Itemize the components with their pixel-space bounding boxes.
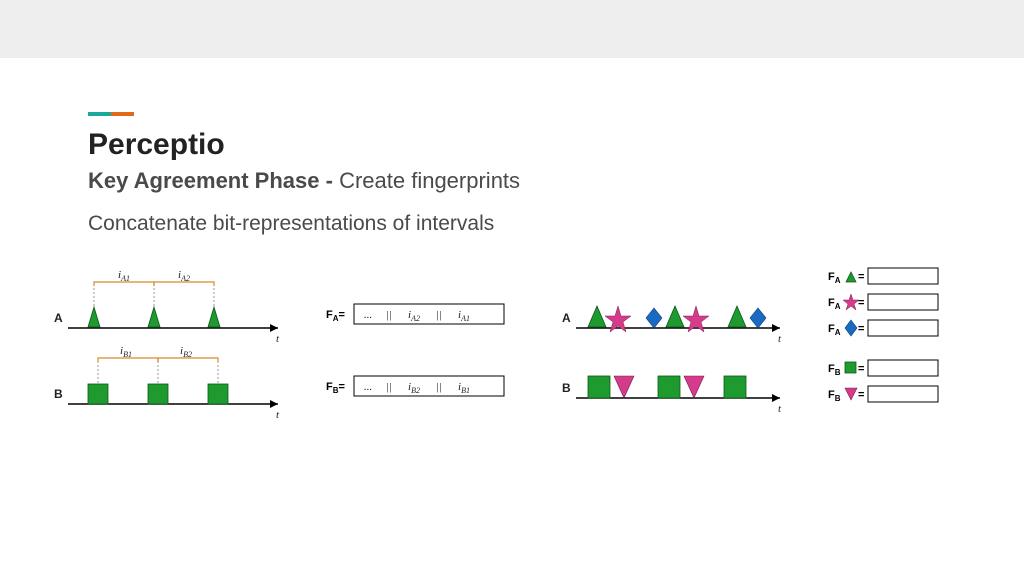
axis-a2-t: t	[778, 333, 782, 345]
svg-text:FA: FA	[828, 297, 841, 311]
fa-label: FA=	[326, 309, 345, 323]
svg-text:FB: FB	[828, 363, 841, 377]
svg-text:=: =	[858, 297, 864, 309]
square-icon	[658, 376, 680, 398]
fa-dots: ...	[364, 309, 372, 321]
svg-text:FB: FB	[828, 389, 841, 403]
square-icon	[88, 384, 108, 404]
axis-b-t: t	[276, 409, 280, 421]
interval-iB1: iB1	[120, 345, 132, 359]
fb-dtri-row: FB =	[828, 386, 938, 403]
fa-bars1: ||	[386, 309, 392, 321]
body-text: Concatenate bit-representations of inter…	[88, 212, 944, 236]
svg-text:=: =	[858, 363, 864, 375]
interval-iB2: iB2	[180, 345, 192, 359]
triangle-icon	[88, 307, 100, 327]
row-a-label-2: A	[562, 311, 571, 325]
diamond-icon	[750, 308, 766, 328]
fb-bars2: ||	[436, 381, 442, 393]
fb-label: FB=	[326, 381, 345, 395]
svg-text:FA: FA	[828, 323, 841, 337]
page-title: Perceptio	[88, 128, 944, 162]
accent-teal	[88, 112, 111, 116]
axis-a-t: t	[276, 333, 280, 345]
interval-iA2: iA2	[178, 269, 190, 283]
axis-b2-t: t	[778, 403, 782, 415]
fa-diamond-row: FA =	[828, 320, 938, 337]
svg-text:=: =	[858, 323, 864, 335]
subtitle-rest: Create fingerprints	[339, 168, 520, 193]
square-icon	[588, 376, 610, 398]
row-b-label-2: B	[562, 381, 571, 395]
svg-text:=: =	[858, 271, 864, 283]
square-icon	[724, 376, 746, 398]
panel-mixed-timelines: A t B t	[558, 280, 798, 435]
row-a-label: A	[54, 311, 63, 325]
fb-square-row: FB =	[828, 360, 938, 377]
row-b-label: B	[54, 387, 63, 401]
svg-text:FA: FA	[828, 271, 841, 285]
panel-timelines-ab: A t iA1 iA2 B	[48, 262, 308, 437]
svg-text:=: =	[858, 389, 864, 401]
accent-orange	[111, 112, 134, 116]
fb-bars1: ||	[386, 381, 392, 393]
triangle-icon	[208, 307, 220, 327]
down-triangle-icon	[614, 376, 634, 398]
subtitle-strong: Key Agreement Phase -	[88, 168, 339, 193]
fa-star-row: FA =	[828, 294, 938, 311]
subtitle: Key Agreement Phase - Create fingerprint…	[88, 168, 944, 194]
panel-fingerprint-boxes: FA= ... || iA2 || iA1 FB= ... || iB2 || …	[326, 296, 536, 421]
accent-bar	[88, 112, 134, 116]
triangle-icon	[666, 306, 684, 327]
triangle-icon	[728, 306, 746, 327]
top-gray-band	[0, 0, 1024, 58]
fa-triangle-row: FA =	[828, 268, 938, 285]
panel-per-shape-fingerprints: FA = FA = FA =	[828, 262, 968, 437]
triangle-icon	[148, 307, 160, 327]
triangle-icon	[588, 306, 606, 327]
square-icon	[208, 384, 228, 404]
fb-dots: ...	[364, 381, 372, 393]
slide-content: Perceptio Key Agreement Phase - Create f…	[0, 58, 1024, 462]
interval-iA1: iA1	[118, 269, 130, 283]
fa-bars2: ||	[436, 309, 442, 321]
square-icon	[148, 384, 168, 404]
diagram-area: A t iA1 iA2 B	[88, 262, 948, 462]
diamond-icon	[646, 308, 662, 328]
down-triangle-icon	[684, 376, 704, 398]
